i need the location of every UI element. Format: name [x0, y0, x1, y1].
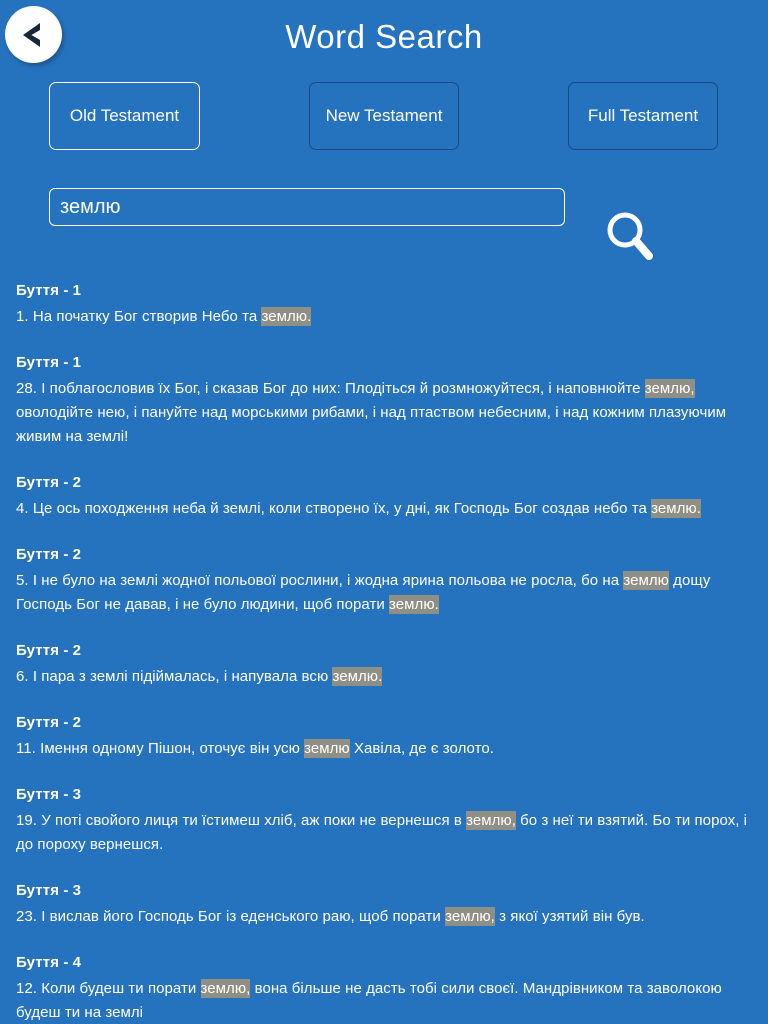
highlighted-term: землю,	[466, 811, 516, 830]
result-reference: Буття - 2	[16, 474, 82, 491]
verse-text-fragment: Хавіла, де є золото.	[349, 740, 494, 757]
result-verse-text: 23. І вислав його Господь Бог із еденськ…	[16, 905, 752, 929]
old-testament-button[interactable]: Old Testament	[49, 82, 200, 150]
verse-text-fragment: 5. І не було на землі жодної польової ро…	[16, 572, 624, 589]
result-item[interactable]: Буття - 2 6. І пара з землі підіймалась, …	[16, 640, 752, 689]
full-testament-button[interactable]: Full Testament	[568, 82, 718, 150]
result-verse-text: 19. У поті свойого лиця ти їстимеш хліб,…	[16, 809, 752, 857]
result-verse-text: 28. І поблагословив їх Бог, і сказав Бог…	[16, 377, 752, 449]
verse-text-fragment: оволодійте нею, і пануйте над морськими …	[16, 404, 727, 445]
result-item[interactable]: Буття - 1 28. І поблагословив їх Бог, і с…	[16, 352, 752, 449]
result-item[interactable]: Буття - 1 1. На початку Бог створив Небо …	[16, 280, 752, 329]
result-reference: Буття - 3	[16, 786, 82, 803]
result-reference: Буття - 4	[16, 954, 82, 971]
result-item[interactable]: Буття - 3 19. У поті свойого лиця ти їсти…	[16, 784, 752, 857]
verse-text-fragment: 12. Коли будеш ти порати	[16, 980, 201, 997]
highlighted-term: землю.	[389, 595, 439, 614]
result-item[interactable]: Буття - 2 4. Це ось походження неба й зем…	[16, 472, 752, 521]
search-results-list[interactable]: Буття - 1 1. На початку Бог створив Небо …	[0, 280, 768, 1024]
result-reference: Буття - 1	[16, 354, 82, 371]
highlighted-term: землю.	[651, 499, 701, 518]
result-verse-text: 5. І не було на землі жодної польової ро…	[16, 569, 752, 617]
verse-text-fragment: 28. І поблагословив їх Бог, і сказав Бог…	[16, 380, 645, 397]
testament-selector: Old Testament New Testament Full Testame…	[0, 76, 768, 174]
page-title: Word Search	[285, 18, 483, 55]
verse-text-fragment: 1. На початку Бог створив Небо та	[16, 308, 262, 325]
result-verse-text: 6. І пара з землі підіймалась, і напувал…	[16, 665, 752, 689]
result-reference: Буття - 1	[16, 282, 82, 299]
new-testament-button[interactable]: New Testament	[309, 82, 459, 150]
verse-text-fragment: 11. Імення одному Пішон, оточує він усю	[16, 740, 305, 757]
highlighted-term: землю,	[445, 907, 495, 926]
result-item[interactable]: Буття - 3 23. І вислав його Господь Бог і…	[16, 880, 752, 929]
result-item[interactable]: Буття - 2 5. І не було на землі жодної по…	[16, 544, 752, 617]
app-header: Word Search	[0, 0, 768, 76]
result-verse-text: 1. На початку Бог створив Небо та землю.	[16, 305, 752, 329]
verse-text-fragment: 4. Це ось походження неба й землі, коли …	[16, 500, 652, 517]
result-verse-text: 4. Це ось походження неба й землі, коли …	[16, 497, 752, 521]
result-reference: Буття - 2	[16, 714, 82, 731]
highlighted-term: землю,	[644, 379, 695, 398]
search-input[interactable]	[49, 188, 565, 226]
highlighted-term: землю.	[261, 307, 312, 326]
result-item[interactable]: Буття - 4 12. Коли будеш ти порати землю,…	[16, 952, 752, 1024]
result-verse-text: 12. Коли будеш ти порати землю, вона біл…	[16, 977, 752, 1024]
highlighted-term: землю.	[332, 667, 383, 686]
result-item[interactable]: Буття - 2 11. Імення одному Пішон, оточує…	[16, 712, 752, 761]
verse-text-fragment: 19. У поті свойого лиця ти їстимеш хліб,…	[16, 812, 467, 829]
verse-text-fragment: 6. І пара з землі підіймалась, і напувал…	[16, 668, 333, 685]
result-reference: Буття - 2	[16, 642, 82, 659]
verse-text-fragment: 23. І вислав його Господь Бог із еденськ…	[16, 908, 446, 925]
highlighted-term: землю,	[200, 979, 251, 998]
result-verse-text: 11. Імення одному Пішон, оточує він усю …	[16, 737, 752, 761]
result-reference: Буття - 3	[16, 882, 82, 899]
highlighted-term: землю	[304, 739, 350, 758]
verse-text-fragment: з якої узятий він був.	[494, 908, 645, 925]
search-go-button[interactable]: Go	[601, 208, 657, 264]
highlighted-term: землю	[623, 571, 669, 590]
search-go-label: Go	[615, 223, 634, 239]
result-reference: Буття - 2	[16, 546, 82, 563]
